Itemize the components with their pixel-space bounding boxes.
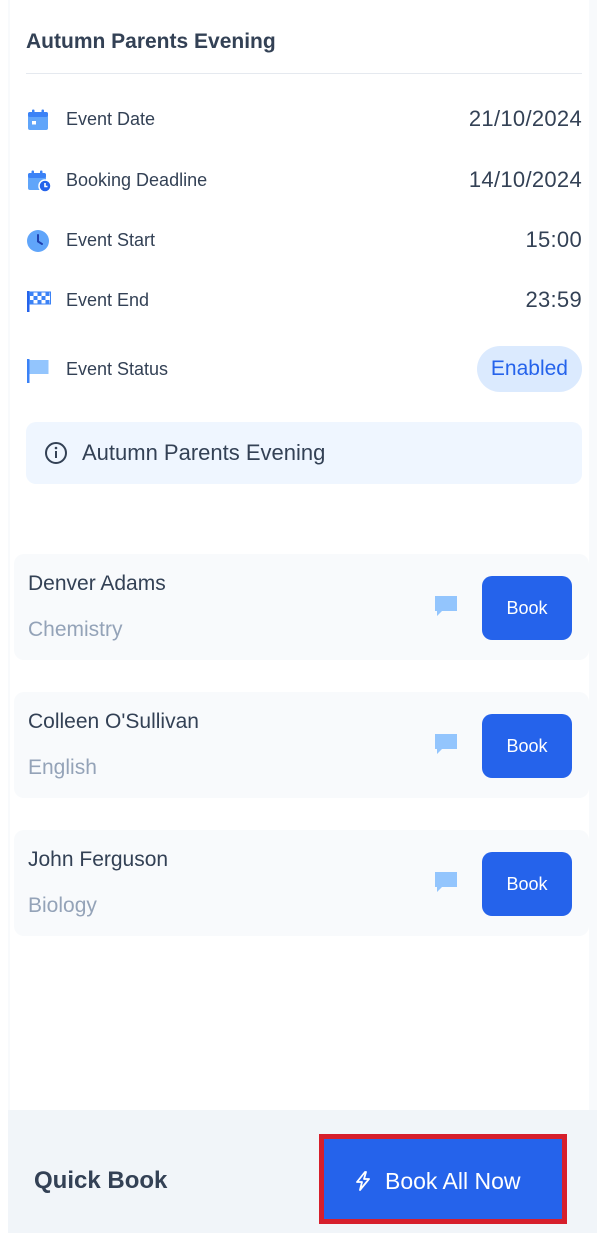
clock-icon	[26, 229, 50, 253]
lightning-icon	[354, 1171, 372, 1191]
event-start-value: 15:00	[525, 227, 582, 252]
event-date-value: 21/10/2024	[468, 106, 582, 131]
title-divider	[26, 73, 582, 74]
book-all-now-button[interactable]: Book All Now	[319, 1134, 567, 1224]
flag-icon	[26, 358, 50, 383]
event-status-label: Event Status	[66, 359, 169, 379]
event-date-label: Event Date	[66, 109, 156, 129]
status-badge: Enabled	[476, 346, 582, 392]
event-info-text: Autumn Parents Evening	[82, 440, 326, 465]
event-end-label: Event End	[66, 290, 150, 310]
event-end-value: 23:59	[525, 287, 582, 312]
teacher-row-colleen-osullivan: Colleen O'Sullivan English Book	[14, 692, 589, 798]
quick-book-bar: Quick Book Book All Now	[8, 1110, 597, 1233]
booking-deadline-value: 14/10/2024	[468, 167, 582, 192]
book-button[interactable]: Book	[482, 576, 572, 640]
teacher-subject: Chemistry	[28, 618, 123, 641]
event-status-row: Event Status Enabled	[26, 346, 582, 392]
quick-book-label: Quick Book	[34, 1167, 168, 1194]
teacher-row-denver-adams: Denver Adams Chemistry Book	[14, 554, 589, 660]
calendar-clock-icon	[26, 169, 52, 193]
calendar-icon	[26, 108, 50, 132]
book-button[interactable]: Book	[482, 852, 572, 916]
event-start-label: Event Start	[66, 230, 156, 250]
message-icon[interactable]	[433, 870, 459, 894]
event-start-row: Event Start 15:00	[26, 223, 582, 259]
booking-deadline-label: Booking Deadline	[66, 170, 208, 190]
teacher-name: John Ferguson	[28, 848, 169, 871]
book-all-now-label: Book All Now	[385, 1168, 521, 1194]
teacher-subject: English	[28, 756, 97, 779]
event-date-row: Event Date 21/10/2024	[26, 102, 582, 138]
message-icon[interactable]	[433, 732, 459, 756]
event-end-row: Event End 23:59	[26, 283, 582, 319]
info-icon	[44, 441, 68, 465]
book-button[interactable]: Book	[482, 714, 572, 778]
event-info-note: Autumn Parents Evening	[26, 422, 582, 484]
checkered-flag-icon	[26, 289, 51, 313]
message-icon[interactable]	[433, 594, 459, 618]
teacher-row-john-ferguson: John Ferguson Biology Book	[14, 830, 589, 936]
booking-deadline-row: Booking Deadline 14/10/2024	[26, 163, 582, 199]
event-title: Autumn Parents Evening	[26, 30, 276, 53]
teacher-name: Denver Adams	[28, 572, 166, 595]
teacher-subject: Biology	[28, 894, 97, 917]
teacher-name: Colleen O'Sullivan	[28, 710, 199, 733]
